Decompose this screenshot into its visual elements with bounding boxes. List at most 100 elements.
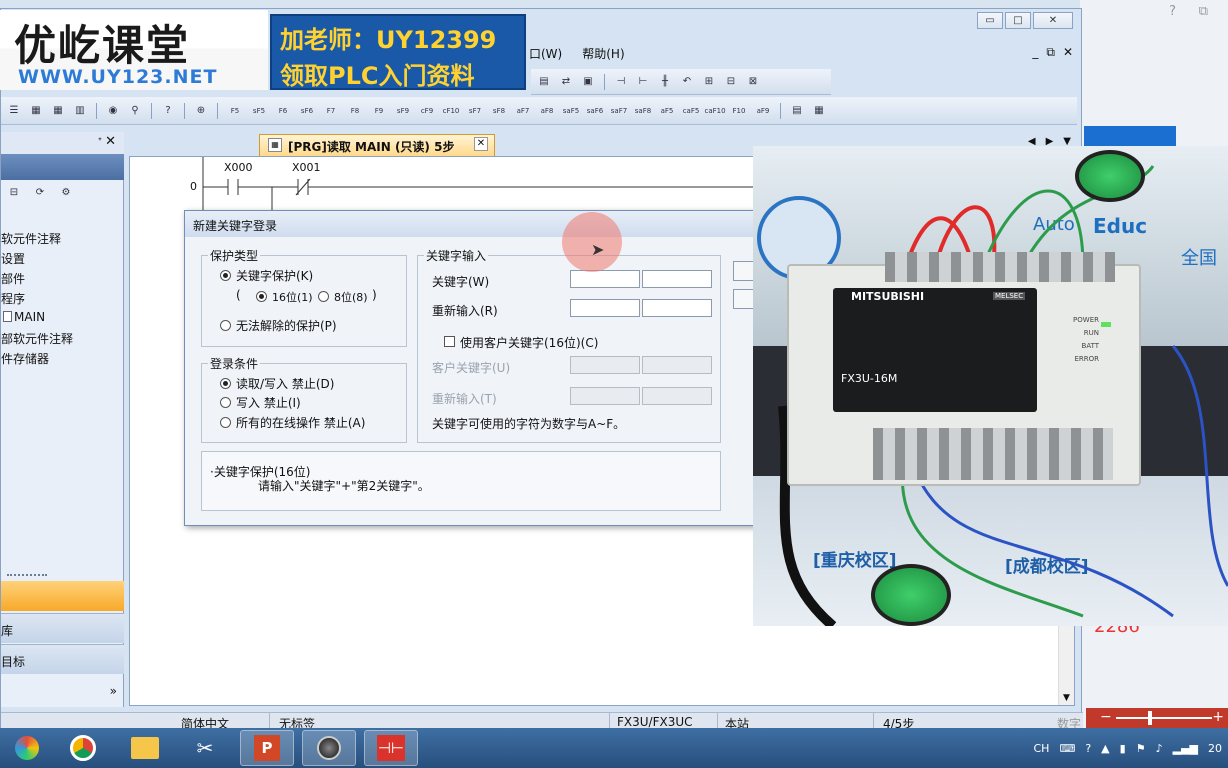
bits16-radio[interactable]	[256, 291, 267, 302]
tree-item-main[interactable]: MAIN	[3, 310, 45, 324]
tree-item-memory[interactable]: 件存储器	[1, 350, 49, 367]
ladder-key-icon[interactable]: saF5	[561, 103, 581, 119]
nav-tab-library[interactable]: 库	[1, 613, 124, 643]
tree-item-settings[interactable]: 设置	[1, 250, 25, 267]
grid2-icon[interactable]: ▦	[810, 103, 828, 119]
menu-help[interactable]: 帮助(H)	[582, 45, 624, 65]
ladder-key-icon[interactable]: sF6	[297, 103, 317, 119]
ladder-key-icon[interactable]: F7	[321, 103, 341, 119]
ladder2-icon[interactable]: ⊢	[634, 74, 652, 90]
monitor-icon[interactable]: ▣	[579, 74, 597, 90]
scroll-down-icon[interactable]: ▼	[1063, 693, 1070, 703]
use-customer-checkbox[interactable]	[444, 336, 455, 347]
volume-icon[interactable]: ♪	[1156, 742, 1163, 755]
navigator-close-icon[interactable]: ✕	[105, 134, 116, 149]
mdi-restore-button[interactable]: ⧉	[1046, 45, 1055, 60]
help-icon[interactable]: ?	[1169, 4, 1176, 19]
grid-icon[interactable]: ▤	[788, 103, 806, 119]
transfer-icon[interactable]: ⇄	[557, 74, 575, 90]
menu-icon[interactable]: ☰	[5, 103, 23, 119]
zoom-thumb[interactable]	[1148, 711, 1152, 725]
folder-icon[interactable]	[118, 730, 172, 766]
device3-icon[interactable]: ▥	[71, 103, 89, 119]
tray-expand-icon[interactable]: ▲	[1101, 742, 1109, 755]
more-icon[interactable]: »	[110, 684, 117, 698]
customer-field-2[interactable]	[642, 356, 712, 374]
ladder7-icon[interactable]: ⊠	[744, 74, 762, 90]
ladder-key-icon[interactable]: saF7	[609, 103, 629, 119]
ladder-key-icon[interactable]: aF7	[513, 103, 533, 119]
keyword-field-2[interactable]	[642, 270, 712, 288]
customer-field-1[interactable]	[570, 356, 640, 374]
ladder-key-icon[interactable]: caF10	[704, 103, 725, 119]
ladder-key-icon[interactable]: sF8	[489, 103, 509, 119]
ladder5-icon[interactable]: ⊞	[700, 74, 718, 90]
clock[interactable]: 20	[1208, 742, 1222, 755]
tree-item-program[interactable]: 程序	[1, 290, 25, 307]
powerpoint-icon[interactable]: P	[240, 730, 294, 766]
camera-icon[interactable]	[302, 730, 356, 766]
mdi-minimize-button[interactable]: _	[1032, 45, 1038, 60]
binoculars-icon[interactable]: ⊕	[192, 103, 210, 119]
network-icon[interactable]: ▂▄▆	[1173, 742, 1198, 755]
menu-window[interactable]: 口(W)	[529, 45, 562, 65]
tab-main-program[interactable]: ▦ [PRG]读取 MAIN (只读) 5步 ✕	[259, 134, 495, 156]
snipping-icon[interactable]: ✂	[178, 730, 232, 766]
reenter-field-1[interactable]	[570, 299, 640, 317]
splitter-grip[interactable]	[7, 574, 47, 577]
help-tray-icon[interactable]: ?	[1085, 742, 1091, 755]
nav-tab-target[interactable]: 目标	[1, 644, 124, 674]
plc-icon[interactable]: ⊣⊢	[364, 730, 418, 766]
zoom-slider[interactable]: − +	[1086, 708, 1228, 728]
ladder4-icon[interactable]: ↶	[678, 74, 696, 90]
ladder-key-icon[interactable]: aF8	[537, 103, 557, 119]
tray-language[interactable]: CH	[1033, 742, 1049, 755]
unremovable-radio[interactable]	[220, 320, 231, 331]
rw-prohibit-radio[interactable]	[220, 378, 231, 389]
ladder-key-icon[interactable]: sF5	[249, 103, 269, 119]
flag-icon[interactable]: ⚑	[1136, 742, 1146, 755]
ladder-key-icon[interactable]: F6	[273, 103, 293, 119]
ladder-key-icon[interactable]: F8	[345, 103, 365, 119]
keyword-protect-radio[interactable]	[220, 270, 231, 281]
nav-tab-active[interactable]	[1, 581, 124, 611]
ladder-key-icon[interactable]: F10	[729, 103, 749, 119]
battery-icon[interactable]: ▮	[1120, 742, 1126, 755]
find-icon[interactable]: ⚲	[126, 103, 144, 119]
maximize-button[interactable]: □	[1005, 12, 1031, 29]
ladder-icon[interactable]: ⊣	[612, 74, 630, 90]
zoom-out-icon[interactable]: −	[1100, 709, 1112, 725]
w-prohibit-radio[interactable]	[220, 397, 231, 408]
pin-icon[interactable]: ᐩ	[98, 135, 102, 148]
ladder-key-icon[interactable]: saF8	[633, 103, 653, 119]
customer-reenter-field-2[interactable]	[642, 387, 712, 405]
chrome-icon[interactable]	[56, 730, 110, 766]
refresh-icon[interactable]: ⟳	[31, 184, 49, 200]
mdi-close-button[interactable]: ✕	[1063, 45, 1073, 60]
ladder-key-icon[interactable]: cF9	[417, 103, 437, 119]
tree-item-comment[interactable]: 软元件注释	[1, 230, 61, 247]
close-button[interactable]: ✕	[1033, 12, 1073, 29]
ladder6-icon[interactable]: ⊟	[722, 74, 740, 90]
tree-view-icon[interactable]: ⊟	[5, 184, 23, 200]
keyboard-icon[interactable]: ⌨	[1059, 742, 1075, 755]
ladder3-icon[interactable]: ╫	[656, 74, 674, 90]
ladder-key-icon[interactable]: cF10	[441, 103, 461, 119]
ladder-key-icon[interactable]: caF5	[681, 103, 701, 119]
ladder-key-icon[interactable]: F9	[369, 103, 389, 119]
ladder-key-icon[interactable]: saF6	[585, 103, 605, 119]
reenter-field-2[interactable]	[642, 299, 712, 317]
keyword-field-1[interactable]	[570, 270, 640, 288]
help-circle-icon[interactable]: ?	[159, 103, 177, 119]
doc-icon[interactable]: ▤	[535, 74, 553, 90]
device-icon[interactable]: ▦	[27, 103, 45, 119]
view-icon[interactable]: ◉	[104, 103, 122, 119]
restore-icon[interactable]: ⧉	[1199, 4, 1208, 19]
ladder-key-icon[interactable]: aF5	[657, 103, 677, 119]
settings-icon[interactable]: ⚙	[57, 184, 75, 200]
bits8-radio[interactable]	[318, 291, 329, 302]
zoom-in-icon[interactable]: +	[1212, 709, 1224, 725]
customer-reenter-field-1[interactable]	[570, 387, 640, 405]
tree-item-parts[interactable]: 部件	[1, 270, 25, 287]
all-prohibit-radio[interactable]	[220, 417, 231, 428]
